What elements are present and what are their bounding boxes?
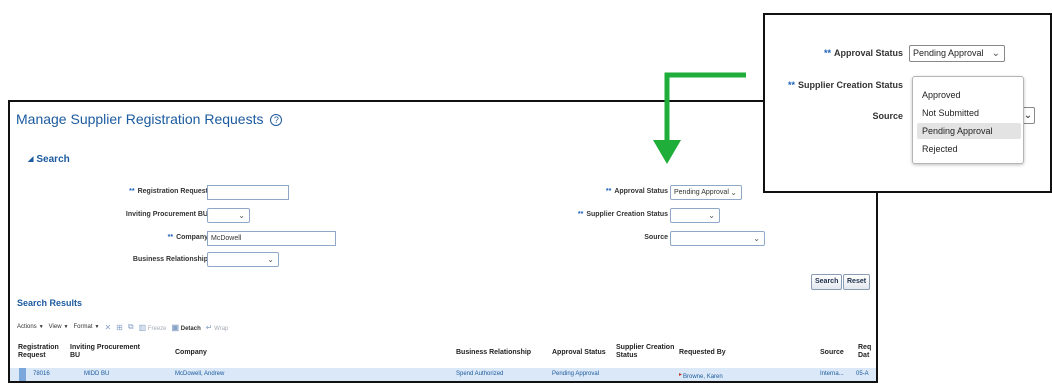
collapse-triangle-icon[interactable]: ◢	[28, 156, 33, 163]
popup-approval-status-select[interactable]: Pending Approval ⌄	[909, 45, 1005, 62]
popup-source-label: Source	[872, 111, 903, 121]
inviting-bu-select[interactable]: ⌄	[207, 208, 250, 223]
inviting-bu-label: Inviting Procurement BU	[125, 211, 208, 218]
popup-supplier-creation-status-label: ** Supplier Creation Status	[787, 80, 903, 90]
search-header-label: Search	[36, 154, 70, 165]
column-header-business-relationship[interactable]: Business Relationship	[456, 349, 531, 357]
column-header-requested-by[interactable]: Requested By	[679, 349, 726, 357]
page-title: Manage Supplier Registration Requests ?	[16, 111, 283, 127]
cell-inviting-bu: MIDD BU	[84, 371, 110, 377]
cell-requested-by[interactable]: ▸Browne, Karen	[679, 371, 723, 380]
registration-request-input[interactable]	[207, 185, 289, 200]
chevron-down-icon: ⌄	[753, 234, 760, 243]
column-header-source[interactable]: Source	[820, 349, 844, 357]
business-relationship-label: Business Relationship	[132, 256, 208, 263]
wrap-button[interactable]: ↵ Wrap	[206, 323, 229, 332]
supplier-creation-status-select[interactable]: ⌄	[670, 208, 720, 223]
delete-icon[interactable]: ✕	[104, 323, 111, 332]
search-section-header[interactable]: ◢ Search	[28, 154, 70, 165]
flag-icon: ▸	[679, 372, 683, 378]
option-approved[interactable]: Approved	[917, 87, 1021, 103]
source-select[interactable]: ⌄	[670, 231, 765, 246]
source-label: Source	[644, 234, 668, 241]
freeze-button[interactable]: ▥ Freeze	[139, 323, 167, 332]
reset-button[interactable]: Reset	[843, 274, 871, 290]
table-row[interactable]: 78016 MIDD BU McDowell, Andrew Spend Aut…	[10, 368, 876, 381]
page-title-text: Manage Supplier Registration Requests	[16, 111, 264, 127]
caret-down-icon: ▼	[94, 324, 100, 330]
results-toolbar: Actions ▼ View ▼ Format ▼ ✕ ⊞ ⧉ ▥ Freeze ▣ …	[17, 321, 228, 333]
column-header-company[interactable]: Company	[175, 349, 207, 357]
caret-down-icon: ▼	[38, 324, 44, 330]
wrap-icon: ↵	[205, 322, 213, 332]
chevron-down-icon: ⌄	[730, 188, 737, 197]
registration-request-label: ** Registration Request	[129, 188, 208, 195]
business-relationship-select[interactable]: ⌄	[207, 252, 279, 267]
approval-status-select[interactable]: Pending Approval ⌄	[670, 185, 742, 200]
view-menu[interactable]: View ▼	[49, 324, 69, 330]
caret-down-icon: ▼	[63, 324, 69, 330]
chevron-down-icon: ⌄	[708, 211, 715, 220]
cell-approval-status: Pending Approval	[552, 371, 600, 377]
detach-button[interactable]: ▣ Detach	[172, 323, 201, 332]
column-header-registration-request[interactable]: Registration Request	[18, 344, 62, 360]
required-marker: **	[129, 188, 135, 195]
company-label: ** Company	[167, 234, 208, 241]
column-header-requested-date[interactable]: Req Dat	[858, 344, 872, 360]
chevron-down-icon: ⌄	[991, 48, 1000, 59]
popup-approval-status-label: ** Approval Status	[823, 48, 903, 58]
detach-icon: ▣	[171, 322, 180, 332]
green-arrow-icon	[653, 72, 746, 164]
company-input[interactable]: McDowell	[207, 231, 336, 246]
cell-source: Interna...	[820, 371, 844, 377]
approval-status-dropdown-list: Approved Not Submitted Pending Approval …	[912, 76, 1024, 164]
cell-company: McDowell, Andrew	[175, 371, 225, 377]
row-selection-marker[interactable]	[19, 368, 26, 381]
search-button[interactable]: Search	[811, 274, 843, 290]
help-icon[interactable]: ?	[270, 114, 283, 126]
column-header-inviting-bu[interactable]: Inviting Procurement BU	[70, 344, 150, 360]
approval-status-label: ** Approval Status	[605, 188, 668, 195]
cell-registration-request[interactable]: 78016	[33, 371, 50, 377]
format-menu[interactable]: Format ▼	[74, 324, 100, 330]
approval-status-popup: ** Approval Status Pending Approval ⌄ ** Su…	[763, 13, 1052, 193]
search-results-header: Search Results	[17, 298, 83, 308]
freeze-icon: ▥	[138, 322, 147, 332]
detach-table-icon[interactable]: ⧉	[128, 322, 134, 332]
option-rejected[interactable]: Rejected	[917, 141, 1021, 157]
cell-requested-date: 05-A	[856, 371, 869, 377]
column-header-approval-status[interactable]: Approval Status	[552, 349, 606, 357]
chevron-down-icon: ⌄	[238, 211, 245, 220]
option-pending-approval[interactable]: Pending Approval	[917, 123, 1021, 139]
actions-menu[interactable]: Actions ▼	[17, 324, 44, 330]
freeze-columns-icon[interactable]: ⊞	[116, 323, 123, 332]
chevron-down-icon: ⌄	[1023, 110, 1033, 121]
option-not-submitted[interactable]: Not Submitted	[917, 105, 1021, 121]
column-header-supplier-creation-status[interactable]: Supplier Creation Status	[616, 344, 678, 360]
chevron-down-icon: ⌄	[267, 255, 274, 264]
cell-business-relationship: Spend Authorized	[456, 371, 504, 377]
supplier-creation-status-label: ** Supplier Creation Status	[577, 211, 668, 218]
